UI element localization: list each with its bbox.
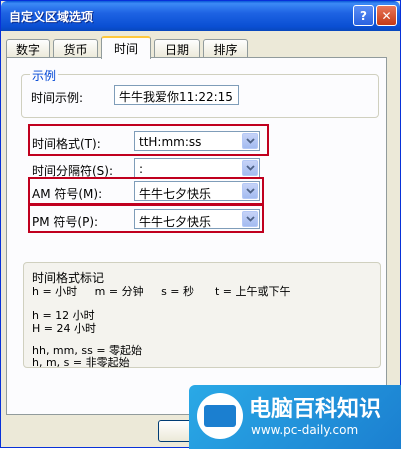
pm-symbol-dropdown-button[interactable]	[242, 211, 258, 227]
am-symbol-combo[interactable]: 牛牛七夕快乐	[134, 181, 260, 201]
monitor-logo-icon	[197, 393, 243, 439]
notes-line-5: h, m, s = 非零起始	[32, 356, 130, 369]
notes-line-1: h = 小时 m = 分钟 s = 秒 t = 上午或下午	[32, 285, 291, 298]
time-format-label: 时间格式(T):	[32, 137, 101, 151]
chevron-down-icon	[245, 216, 255, 222]
time-separator-combo[interactable]: :	[134, 158, 260, 178]
window-title: 自定义区域选项	[9, 10, 94, 24]
title-bar[interactable]: 自定义区域选项 ? ✕	[1, 1, 400, 31]
am-symbol-label: AM 符号(M):	[32, 187, 103, 201]
pm-symbol-label: PM 符号(P):	[32, 215, 99, 229]
time-sample-value: 牛牛我爱你11:22:15	[114, 85, 239, 105]
tab-sort[interactable]: 排序	[203, 39, 248, 58]
pm-symbol-combo[interactable]: 牛牛七夕快乐	[134, 209, 260, 229]
close-button[interactable]: ✕	[376, 5, 397, 26]
pm-symbol-value: 牛牛七夕快乐	[139, 215, 212, 229]
tab-number[interactable]: 数字	[6, 39, 50, 58]
time-format-combo[interactable]: ttH:mm:ss	[134, 131, 260, 151]
time-format-dropdown-button[interactable]	[242, 133, 258, 149]
am-symbol-value: 牛牛七夕快乐	[139, 187, 212, 201]
tab-currency[interactable]: 货币	[53, 39, 98, 58]
watermark-url: www.pc-daily.com	[251, 423, 359, 437]
tab-time[interactable]: 时间	[101, 36, 151, 59]
time-separator-dropdown-button[interactable]	[242, 160, 258, 176]
tab-date[interactable]: 日期	[154, 39, 200, 58]
time-format-notes: 时间格式标记 h = 小时 m = 分钟 s = 秒 t = 上午或下午 h =…	[23, 262, 381, 369]
dialog-window: 自定义区域选项 ? ✕ 数字 货币 时间 日期 排序 示例 时间示例: 牛牛我爱…	[0, 0, 401, 449]
time-separator-value: :	[139, 162, 144, 176]
watermark-title: 电脑百科知识	[249, 397, 382, 422]
notes-line-3: H = 24 小时	[32, 322, 96, 335]
chevron-down-icon	[245, 138, 255, 144]
chevron-down-icon	[245, 165, 255, 171]
chevron-down-icon	[245, 188, 255, 194]
site-watermark: 电脑百科知识 www.pc-daily.com	[189, 385, 401, 449]
help-button[interactable]: ?	[353, 5, 374, 26]
am-symbol-dropdown-button[interactable]	[242, 183, 258, 199]
time-format-value: ttH:mm:ss	[139, 135, 202, 149]
time-sample-label: 时间示例:	[31, 91, 84, 105]
sample-group-title: 示例	[30, 67, 59, 84]
